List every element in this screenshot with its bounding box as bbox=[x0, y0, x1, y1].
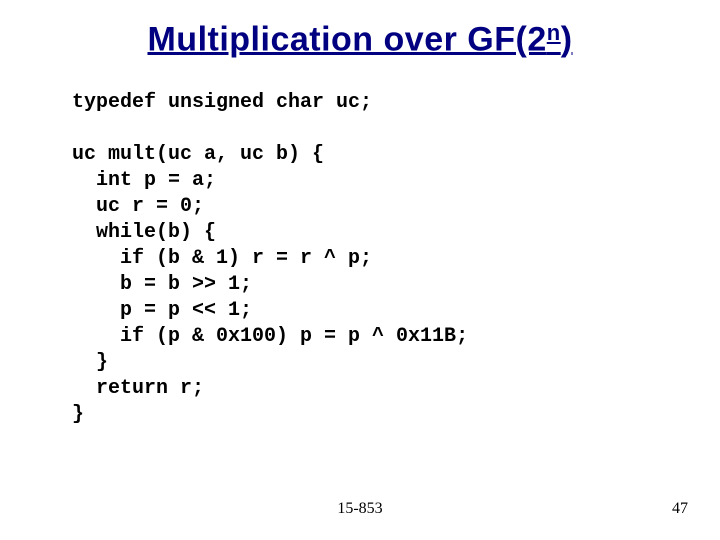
code-line: if (b & 1) r = r ^ p; bbox=[72, 247, 372, 270]
code-line: uc mult(uc a, uc b) { bbox=[72, 143, 324, 166]
slide-title: Multiplication over GF(2n) bbox=[0, 18, 720, 59]
code-line: uc r = 0; bbox=[72, 195, 204, 218]
code-line: if (p & 0x100) p = p ^ 0x11B; bbox=[72, 325, 468, 348]
title-superscript: n bbox=[547, 20, 561, 45]
code-line: int p = a; bbox=[72, 169, 216, 192]
code-block: typedef unsigned char uc; uc mult(uc a, … bbox=[72, 90, 468, 428]
footer-page-number: 47 bbox=[672, 500, 688, 518]
code-line: while(b) { bbox=[72, 221, 216, 244]
code-line: typedef unsigned char uc; bbox=[72, 91, 372, 114]
title-suffix: ) bbox=[561, 20, 573, 58]
footer-course: 15-853 bbox=[0, 500, 720, 518]
code-line: return r; bbox=[72, 377, 204, 400]
slide: Multiplication over GF(2n) typedef unsig… bbox=[0, 0, 720, 540]
code-line: b = b >> 1; bbox=[72, 273, 252, 296]
code-line: } bbox=[72, 403, 84, 426]
title-prefix: Multiplication over GF(2 bbox=[147, 20, 546, 58]
code-line: } bbox=[72, 351, 108, 374]
code-line: p = p << 1; bbox=[72, 299, 252, 322]
